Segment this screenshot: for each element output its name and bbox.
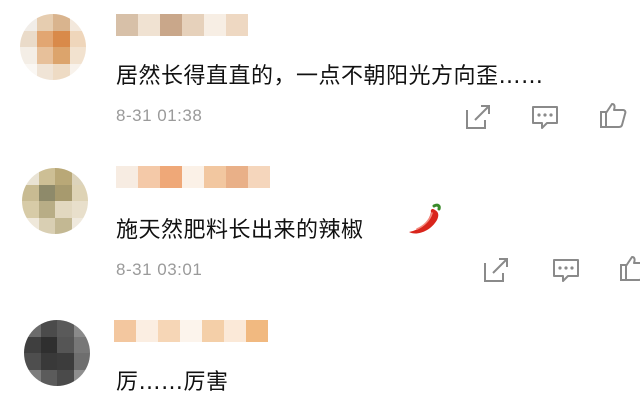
avatar-mosaic-tile bbox=[71, 184, 88, 201]
username-mosaic-tile bbox=[224, 320, 246, 342]
username-mosaic-tile bbox=[246, 320, 268, 342]
avatar-mosaic-tile bbox=[40, 336, 57, 353]
avatar-mosaic-tile bbox=[38, 217, 55, 234]
like-icon[interactable] bbox=[598, 100, 628, 130]
avatar-mosaic-tile bbox=[22, 201, 39, 218]
avatar-mosaic-tile bbox=[24, 369, 41, 386]
chili-pepper-icon bbox=[404, 202, 444, 238]
avatar-mosaic-tile bbox=[24, 353, 41, 370]
comment-item: 居然长得直直的，一点不朝阳光方向歪…… 8-31 01:38 bbox=[0, 0, 640, 140]
avatar-mosaic-tile bbox=[53, 14, 70, 31]
avatar-mosaic-tile bbox=[38, 184, 55, 201]
comment-text: 厉……厉害 bbox=[116, 370, 229, 395]
avatar-mosaic-tile bbox=[20, 63, 37, 80]
avatar-mosaic-tile bbox=[55, 217, 72, 234]
username-blurred[interactable] bbox=[114, 320, 268, 348]
share-icon[interactable] bbox=[463, 102, 493, 132]
username-mosaic-tile bbox=[180, 320, 202, 342]
avatar-mosaic-tile bbox=[69, 14, 86, 31]
username-mosaic-tile bbox=[158, 320, 180, 342]
avatar-mosaic-tile bbox=[69, 47, 86, 64]
avatar-mosaic-tile bbox=[57, 369, 74, 386]
avatar-mosaic-tile bbox=[20, 14, 37, 31]
comment-item: 施天然肥料长出来的辣椒 8-31 03:01 bbox=[0, 140, 640, 300]
avatar[interactable] bbox=[20, 14, 86, 80]
avatar-mosaic-tile bbox=[20, 30, 37, 47]
avatar-mosaic-tile bbox=[40, 353, 57, 370]
avatar-mosaic-tile bbox=[69, 30, 86, 47]
avatar[interactable] bbox=[22, 168, 88, 234]
username-blurred[interactable] bbox=[116, 14, 248, 42]
username-mosaic-tile bbox=[116, 166, 138, 188]
username-mosaic-tile bbox=[160, 14, 182, 36]
username-mosaic-tile bbox=[138, 166, 160, 188]
avatar-mosaic-tile bbox=[38, 201, 55, 218]
comment-list: 居然长得直直的，一点不朝阳光方向歪…… 8-31 01:38 施天然肥料长出来的… bbox=[0, 0, 640, 405]
comment-timestamp: 8-31 01:38 bbox=[116, 106, 203, 125]
avatar-mosaic-tile bbox=[55, 168, 72, 185]
avatar-mosaic-tile bbox=[57, 336, 74, 353]
username-mosaic-tile bbox=[182, 166, 204, 188]
avatar-mosaic-tile bbox=[71, 201, 88, 218]
avatar-mosaic-tile bbox=[57, 353, 74, 370]
avatar-mosaic-tile bbox=[24, 320, 41, 337]
avatar-mosaic-tile bbox=[69, 63, 86, 80]
comment-icon[interactable] bbox=[551, 255, 581, 285]
avatar-mosaic-tile bbox=[53, 63, 70, 80]
avatar-mosaic-tile bbox=[40, 369, 57, 386]
username-mosaic-tile bbox=[182, 14, 204, 36]
comment-text: 施天然肥料长出来的辣椒 bbox=[116, 218, 364, 243]
avatar-mosaic-tile bbox=[55, 184, 72, 201]
avatar-mosaic-tile bbox=[24, 336, 41, 353]
username-mosaic-tile bbox=[138, 14, 160, 36]
avatar-mosaic-tile bbox=[22, 217, 39, 234]
avatar-mosaic-tile bbox=[38, 168, 55, 185]
username-mosaic-tile bbox=[116, 14, 138, 36]
username-mosaic-tile bbox=[202, 320, 224, 342]
avatar-mosaic-tile bbox=[73, 320, 90, 337]
avatar-mosaic-tile bbox=[22, 184, 39, 201]
avatar-mosaic-tile bbox=[53, 30, 70, 47]
avatar[interactable] bbox=[24, 320, 90, 386]
avatar-mosaic-tile bbox=[40, 320, 57, 337]
username-mosaic-tile bbox=[248, 166, 270, 188]
comment-timestamp: 8-31 03:01 bbox=[116, 260, 203, 279]
comment-icon[interactable] bbox=[530, 102, 560, 132]
username-mosaic-tile bbox=[160, 166, 182, 188]
username-mosaic-tile bbox=[136, 320, 158, 342]
share-icon[interactable] bbox=[481, 255, 511, 285]
username-mosaic-tile bbox=[204, 166, 226, 188]
username-mosaic-tile bbox=[114, 320, 136, 342]
avatar-mosaic-tile bbox=[57, 320, 74, 337]
avatar-mosaic-tile bbox=[36, 47, 53, 64]
username-mosaic-tile bbox=[204, 14, 226, 36]
avatar-mosaic-tile bbox=[36, 30, 53, 47]
comment-item: 厉……厉害 bbox=[0, 300, 640, 405]
avatar-mosaic-tile bbox=[71, 217, 88, 234]
comment-text: 居然长得直直的，一点不朝阳光方向歪…… bbox=[116, 64, 544, 89]
avatar-mosaic-tile bbox=[55, 201, 72, 218]
username-mosaic-tile bbox=[226, 14, 248, 36]
avatar-mosaic-tile bbox=[73, 369, 90, 386]
avatar-mosaic-tile bbox=[22, 168, 39, 185]
avatar-mosaic-tile bbox=[53, 47, 70, 64]
username-blurred[interactable] bbox=[116, 166, 270, 194]
avatar-mosaic-tile bbox=[73, 336, 90, 353]
avatar-mosaic-tile bbox=[36, 14, 53, 31]
username-mosaic-tile bbox=[226, 166, 248, 188]
avatar-mosaic-tile bbox=[73, 353, 90, 370]
like-icon[interactable] bbox=[618, 253, 640, 283]
avatar-mosaic-tile bbox=[71, 168, 88, 185]
avatar-mosaic-tile bbox=[36, 63, 53, 80]
avatar-mosaic-tile bbox=[20, 47, 37, 64]
